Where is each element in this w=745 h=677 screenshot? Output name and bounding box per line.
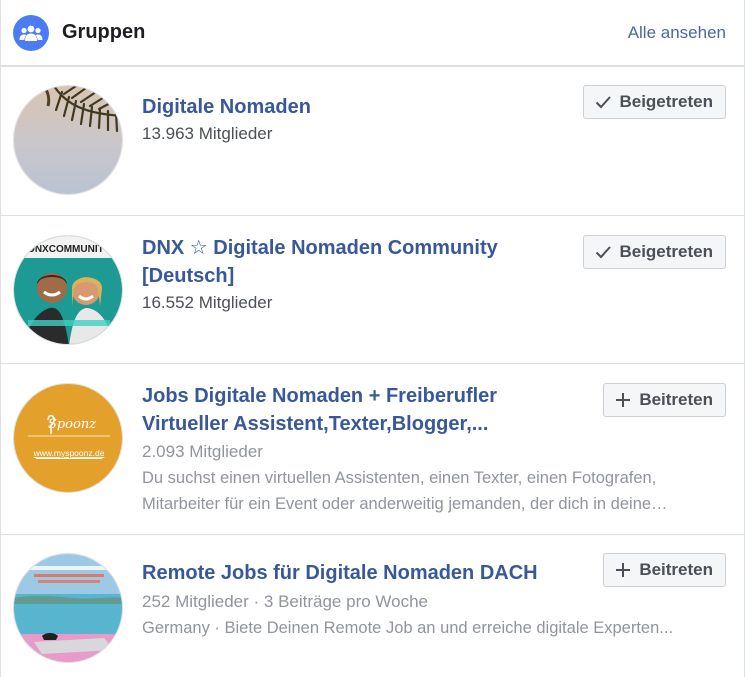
joined-button[interactable]: Beigetreten [583,235,726,269]
group-members: 2.093 Mitglieder [142,442,263,461]
avatar-brand-text: DNXCOMMUNITY [28,244,111,255]
group-members: 16.552 Mitglieder [142,293,273,312]
group-row: Spoonz www.myspoonz.de Jobs Digitale Nom… [1,364,744,535]
group-name[interactable]: Digitale Nomaden [142,93,584,121]
group-avatar-palm[interactable] [13,85,123,195]
group-description: Du suchst einen virtuellen Assistenten, … [142,469,657,487]
groups-title: Gruppen [62,21,146,43]
check-icon [594,243,612,261]
group-name[interactable]: DNX ☆ Digitale Nomaden Community [Deutsc… [142,234,584,290]
group-avatar-remote[interactable] [13,553,123,663]
group-info: DNX ☆ Digitale Nomaden Community [Deutsc… [142,234,584,316]
group-description: Mitarbeiter für ein Event oder anderweit… [142,495,668,513]
plus-icon [614,391,632,409]
group-row: Remote Jobs für Digitale Nomaden DACH 25… [1,535,744,677]
group-description: Germany · Biete Deinen Remote Job an und… [142,619,674,637]
group-members: 13.963 Mitglieder [142,124,273,143]
join-button[interactable]: Beitreten [603,553,726,587]
group-info: Digitale Nomaden 13.963 Mitglieder [142,93,584,147]
group-avatar-dnx[interactable]: DNXCOMMUNITY [13,235,123,345]
group-row: Digitale Nomaden 13.963 Mitglieder Beige… [1,67,744,216]
group-members: 252 Mitglieder · 3 Beiträge pro Woche [142,592,429,611]
plus-icon [614,561,632,579]
see-all-link[interactable]: Alle ansehen [628,23,726,43]
groups-header: Gruppen Alle ansehen [1,0,744,67]
check-icon [594,93,612,111]
avatar-url-text: www.myspoonz.de [33,448,105,458]
joined-button[interactable]: Beigetreten [583,85,726,119]
avatar-brand-text: Spoonz [48,417,96,432]
join-button[interactable]: Beitreten [603,383,726,417]
groups-panel: Gruppen Alle ansehen Digitale Nomaden 13… [0,0,745,677]
groups-icon [13,14,49,51]
group-avatar-spoonz[interactable]: Spoonz www.myspoonz.de [13,383,123,493]
group-row: DNXCOMMUNITY DNX ☆ Digitale Nomaden Comm… [1,216,744,364]
